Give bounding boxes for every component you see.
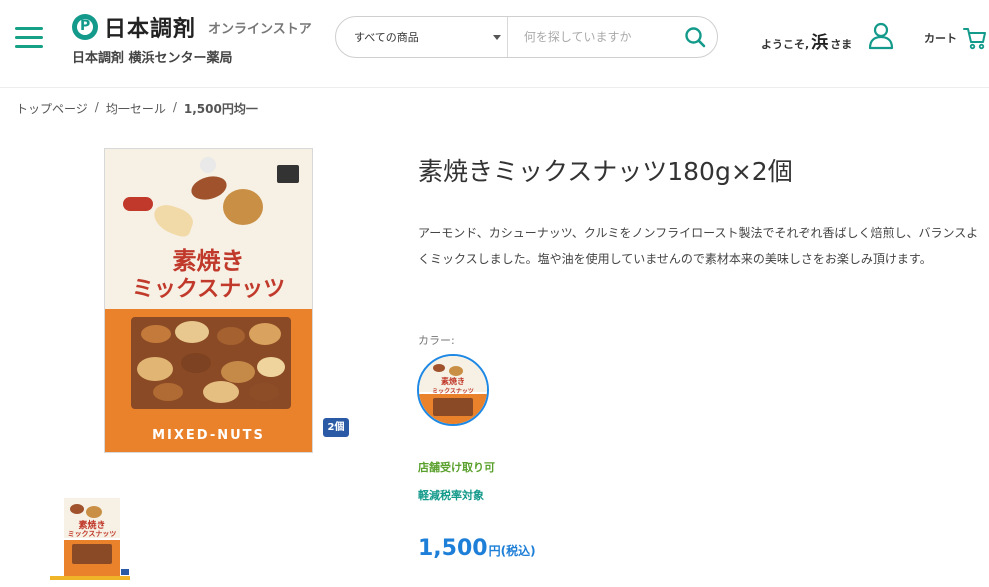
search-button[interactable] — [674, 17, 717, 57]
search-input[interactable] — [507, 17, 674, 57]
color-label: カラー: — [418, 334, 455, 347]
thumbnail-title-line2: ミックスナッツ — [67, 530, 117, 538]
product-title: 素焼きミックスナッツ180g×2個 — [418, 157, 793, 186]
welcome-message[interactable]: ようこそ, 浜 さま — [761, 28, 852, 53]
breadcrumb: トップページ / 均一セール / 1,500円均一 — [16, 100, 258, 117]
cart-icon — [963, 28, 986, 50]
thumbnail-quantity-badge — [121, 569, 129, 575]
color-swatch[interactable]: 素焼き ミックスナッツ — [417, 354, 489, 426]
logo-mark-icon — [72, 14, 98, 40]
product-description: アーモンド、カシューナッツ、クルミをノンフライロースト製法でそれぞれ香ばしく焙煎… — [418, 226, 979, 266]
package-nut-window — [131, 317, 291, 409]
breadcrumb-sale[interactable]: 均一セール — [106, 100, 166, 117]
brand-badge — [123, 197, 153, 211]
search-icon — [685, 27, 706, 48]
user-name: 浜 — [811, 33, 829, 53]
logo-subtitle: オンラインストア — [208, 22, 312, 37]
search-category-label: すべての商品 — [354, 31, 419, 44]
welcome-suffix: さま — [830, 38, 853, 51]
site-logo[interactable]: 日本調剤 — [72, 13, 197, 42]
product-main-image: 素焼き ミックスナッツ MIXED-NUTS — [104, 148, 313, 453]
price-amount: 1,500 — [418, 536, 488, 561]
cart-label: カート — [924, 32, 957, 45]
price-unit: 円(税込) — [488, 544, 536, 558]
product-price: 1,500 円(税込) — [418, 536, 536, 561]
breadcrumb-separator: / — [172, 100, 177, 114]
search-bar: すべての商品 — [335, 16, 718, 58]
thumbnail-selected-indicator — [50, 576, 130, 580]
cart-button[interactable]: カート — [924, 26, 987, 50]
search-category-select[interactable]: すべての商品 — [336, 17, 508, 57]
caret-down-icon — [492, 35, 501, 40]
site-header: 日本調剤 オンラインストア 日本調剤 横浜センター薬局 すべての商品 ようこそ,… — [0, 0, 989, 88]
quantity-badge: 2個 — [323, 418, 349, 437]
package-title-line2: ミックスナッツ — [131, 277, 286, 302]
breadcrumb-current: 1,500円均一 — [183, 102, 258, 116]
welcome-prefix: ようこそ, — [761, 38, 810, 51]
logo-text: 日本調剤 — [104, 17, 197, 42]
breadcrumb-top[interactable]: トップページ — [16, 100, 88, 117]
store-pickup-label: 店舗受け取り可 — [418, 461, 495, 474]
menu-icon[interactable] — [15, 27, 43, 49]
store-name[interactable]: 日本調剤 横浜センター薬局 — [72, 47, 233, 66]
package-english-name: MIXED-NUTS — [152, 428, 265, 443]
product-thumbnail[interactable]: 素焼き ミックスナッツ — [64, 498, 120, 576]
package-corner-label — [277, 165, 299, 183]
breadcrumb-separator: / — [94, 100, 99, 114]
tax-rate-note: 軽減税率対象 — [418, 489, 484, 502]
user-icon[interactable] — [868, 22, 894, 54]
